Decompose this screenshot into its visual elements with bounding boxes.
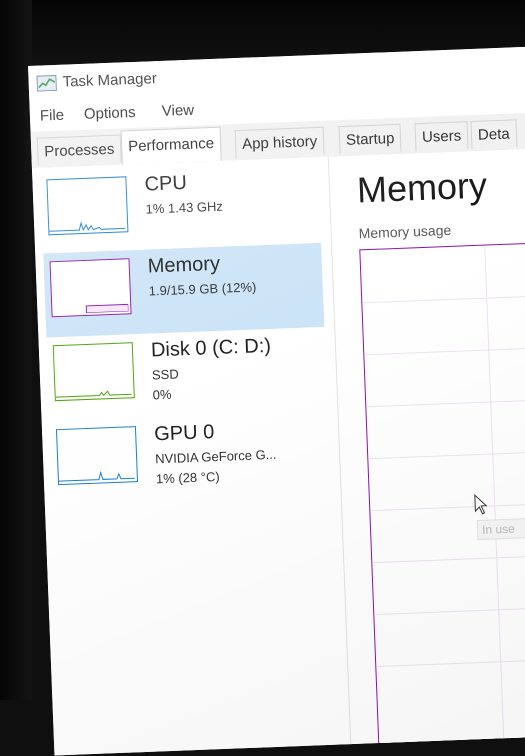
menu-view[interactable]: View [162, 102, 195, 120]
tab-app-history[interactable]: App history [234, 126, 325, 159]
resource-detail: NVIDIA GeForce G... [154, 446, 277, 467]
grid-line [368, 448, 525, 460]
resource-detail: 1% 1.43 GHz [145, 198, 224, 217]
grid-line [370, 500, 525, 512]
tab-details[interactable]: Deta [470, 119, 518, 150]
resource-item-gpu[interactable]: GPU 0 NVIDIA GeForce G... 1% (28 °C) [50, 411, 331, 506]
resource-item-memory[interactable]: Memory 1.9/15.9 GB (12%) [43, 242, 325, 338]
resource-detail: 1.9/15.9 GB (12%) [148, 279, 257, 299]
graph-tooltip: In use [476, 517, 525, 541]
detail-title: Memory [356, 164, 488, 211]
gpu-thumbnail-graph [55, 426, 139, 486]
memory-usage-graph: In use [359, 239, 525, 756]
mouse-pointer-icon [474, 493, 491, 522]
tab-startup[interactable]: Startup [338, 123, 402, 155]
resource-name: GPU 0 [153, 421, 215, 446]
performance-panel: CPU 1% 1.43 GHz Memory 1.9/15.9 GB (12%) [31, 146, 525, 756]
resource-name: Memory [147, 252, 221, 278]
resource-detail-2: 0% [152, 386, 172, 403]
resource-detail: SSD [151, 366, 179, 383]
window-title: Task Manager [62, 70, 158, 91]
grid-line [374, 604, 525, 616]
tab-performance[interactable]: Performance [120, 126, 222, 165]
memory-usage-label: Memory usage [358, 221, 452, 242]
resource-detail-2: 1% (28 °C) [155, 468, 220, 487]
resource-detail-pane: Memory Memory usage In use [348, 146, 525, 756]
monitor-bezel-left [0, 0, 32, 700]
resource-name: CPU [144, 171, 188, 196]
grid-line [366, 396, 525, 408]
grid-line [372, 552, 525, 564]
grid-line [362, 292, 525, 304]
cpu-thumbnail-graph [46, 176, 129, 236]
grid-line [364, 344, 525, 356]
task-manager-window: Task Manager File Options View Processes… [28, 44, 525, 756]
menu-file[interactable]: File [40, 107, 65, 125]
memory-thumbnail-graph [49, 258, 132, 318]
tab-processes[interactable]: Processes [36, 134, 122, 166]
resource-list: CPU 1% 1.43 GHz Memory 1.9/15.9 GB (12%) [31, 156, 352, 756]
disk-thumbnail-graph [52, 342, 135, 402]
tab-users[interactable]: Users [414, 121, 469, 152]
task-manager-icon [36, 74, 57, 92]
resource-item-cpu[interactable]: CPU 1% 1.43 GHz [40, 161, 321, 256]
grid-line [376, 656, 525, 668]
resource-name: Disk 0 (C: D:) [150, 334, 272, 362]
resource-item-disk[interactable]: Disk 0 (C: D:) SSD 0% [46, 327, 327, 422]
menu-options[interactable]: Options [84, 104, 136, 123]
